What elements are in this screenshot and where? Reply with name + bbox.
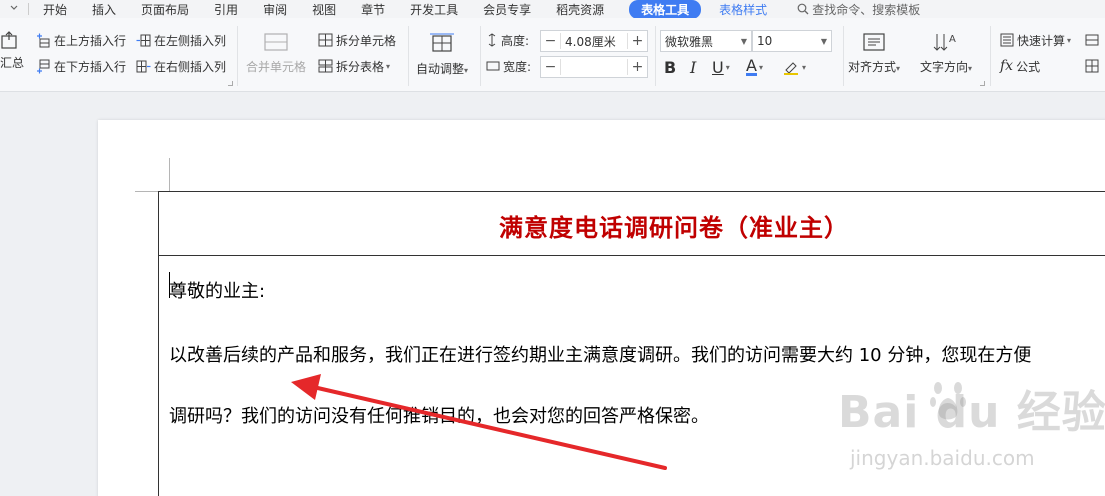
auto-fit-icon: [430, 33, 455, 52]
more-tools-icon[interactable]: [1085, 30, 1099, 50]
ribbon-divider: [408, 26, 409, 86]
svg-text:A: A: [949, 34, 956, 45]
insert-column-right-button[interactable]: 在右侧插入列: [136, 56, 226, 76]
decrease-height-button[interactable]: −: [541, 33, 561, 49]
insert-column-right-icon: [136, 60, 151, 72]
menu-references[interactable]: 引用: [214, 1, 238, 18]
search-icon: [797, 3, 809, 15]
summary-icon: [1, 31, 17, 49]
group-launcher-icon[interactable]: [980, 81, 985, 86]
text-direction-button[interactable]: A 文字方向▾: [920, 30, 972, 75]
column-width-icon: [486, 61, 500, 71]
highlight-button[interactable]: ▾: [782, 57, 806, 77]
insert-row-above-button[interactable]: 在上方插入行: [36, 30, 126, 50]
alignment-icon: [863, 33, 885, 51]
auto-fit-button[interactable]: 自动调整▾: [416, 32, 468, 77]
formula-icon: fx: [1000, 58, 1014, 74]
menu-docer[interactable]: 稻壳资源: [556, 1, 604, 18]
salutation-text[interactable]: 尊敬的业主:: [169, 277, 265, 303]
search-label: 查找命令、搜索模板: [812, 2, 921, 17]
menu-insert[interactable]: 插入: [92, 1, 116, 18]
red-arrow-annotation: [291, 374, 667, 470]
ribbon-divider: [843, 26, 844, 86]
split-cells-icon: [318, 33, 333, 47]
wps-writer-window: 开始 插入 页面布局 引用 审阅 视图 章节 开发工具 会员专享 稻壳资源 表格…: [0, 0, 1105, 496]
watermark-logo: Bai du 经验: [838, 387, 1105, 438]
calculator-icon: [1000, 33, 1014, 47]
menu-page-layout[interactable]: 页面布局: [141, 1, 189, 18]
body-text-line[interactable]: 以改善后续的产品和服务，我们正在进行签约期业主满意度调研。我们的访问需要大约 1…: [169, 341, 1031, 367]
row-height-label: 高度:: [486, 30, 529, 50]
chevron-down-icon: ▼: [740, 36, 747, 46]
menu-bar: 开始 插入 页面布局 引用 审阅 视图 章节 开发工具 会员专享 稻壳资源 表格…: [0, 0, 1105, 19]
menu-chapter[interactable]: 章节: [361, 1, 385, 18]
menu-view[interactable]: 视图: [312, 1, 336, 18]
chevron-down-icon: ▼: [820, 36, 827, 46]
ribbon-divider: [655, 26, 656, 86]
menu-review[interactable]: 审阅: [263, 1, 287, 18]
baidu-jingyan-watermark: Bai du 经验 jingyan.baidu.com: [838, 376, 1105, 496]
insert-row-below-icon: [37, 59, 50, 73]
text-cursor: [169, 272, 170, 298]
split-cells-button[interactable]: 拆分单元格: [318, 30, 396, 50]
increase-height-button[interactable]: +: [627, 33, 647, 49]
menu-divider: [28, 3, 29, 15]
column-width-stepper[interactable]: − +: [540, 56, 648, 78]
menu-developer[interactable]: 开发工具: [410, 1, 458, 18]
italic-button[interactable]: I: [690, 57, 696, 77]
tab-table-style[interactable]: 表格样式: [719, 1, 767, 18]
page-corner-mark: [135, 191, 158, 192]
insert-column-left-button[interactable]: 在左侧插入列: [136, 30, 226, 50]
menu-member[interactable]: 会员专享: [483, 1, 531, 18]
merge-cells-button[interactable]: 合并单元格: [246, 32, 306, 75]
split-table-button[interactable]: 拆分表格 ▾: [318, 56, 390, 76]
paw-icon: [930, 382, 966, 420]
insert-row-below-button[interactable]: 在下方插入行: [36, 56, 126, 76]
underline-button[interactable]: U ▾: [712, 57, 730, 77]
ribbon-divider: [480, 26, 481, 86]
split-table-icon: [318, 59, 333, 73]
font-size-select[interactable]: 10 ▼: [752, 30, 832, 52]
watermark-site: jingyan.baidu.com: [850, 446, 1035, 470]
table-row-divider: [159, 255, 1105, 256]
group-launcher-icon[interactable]: [228, 81, 233, 86]
page-corner-mark: [169, 158, 170, 191]
highlighter-icon: [784, 62, 798, 75]
insert-column-left-icon: [136, 34, 151, 46]
row-height-stepper[interactable]: − 4.08厘米 +: [540, 30, 648, 52]
font-color-button[interactable]: A ▾: [746, 57, 763, 77]
text-direction-icon: A: [933, 34, 956, 51]
menu-home[interactable]: 开始: [43, 1, 67, 18]
decrease-width-button[interactable]: −: [541, 59, 561, 75]
increase-width-button[interactable]: +: [627, 59, 647, 75]
row-height-icon: [488, 33, 496, 47]
column-width-label: 宽度:: [486, 56, 531, 76]
document-title[interactable]: 满意度电话调研问卷（准业主）: [159, 208, 1105, 243]
merge-cells-icon: [264, 33, 288, 51]
alignment-button[interactable]: 对齐方式▾: [848, 32, 900, 75]
formula-button[interactable]: fx 公式: [1000, 56, 1040, 76]
row-height-value[interactable]: 4.08厘米: [561, 33, 627, 50]
command-search[interactable]: 查找命令、搜索模板: [797, 1, 920, 18]
quick-access-icon[interactable]: [0, 3, 28, 16]
insert-row-above-icon: [37, 33, 50, 47]
table-props-icon[interactable]: [1085, 56, 1099, 76]
quick-calc-button[interactable]: 快速计算 ▾: [1000, 30, 1071, 50]
ribbon-divider: [237, 26, 238, 86]
table-tools-ribbon: 汇总 在上方插入行 在下方插入行 在左侧插入列 在右侧插入列 合并单元格 拆分单…: [0, 18, 1105, 92]
summary-button[interactable]: 汇总: [0, 30, 24, 71]
font-name-select[interactable]: 微软雅黑 ▼: [660, 30, 752, 52]
bold-button[interactable]: B: [664, 57, 676, 77]
tab-table-tools[interactable]: 表格工具: [629, 0, 702, 19]
ribbon-divider: [990, 26, 991, 86]
